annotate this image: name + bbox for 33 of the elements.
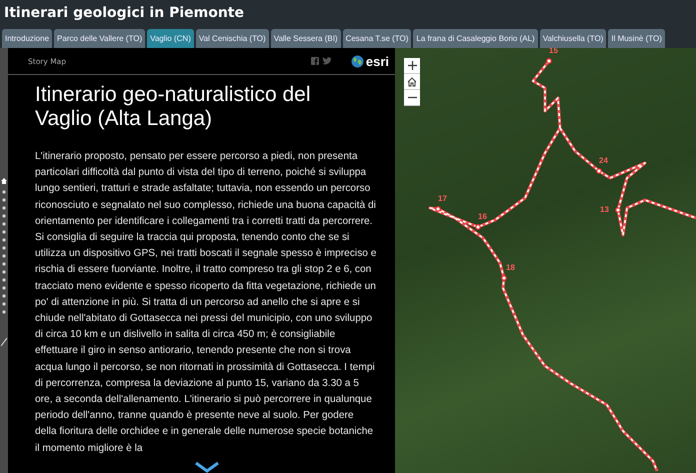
tab[interactable]: La frana di Casaleggio Borio (AL) <box>413 29 538 48</box>
stop-marker-icon[interactable] <box>596 168 602 174</box>
plus-icon <box>408 61 416 70</box>
tab[interactable]: Valle Sessera (BI) <box>270 29 341 48</box>
tab[interactable]: Introduzione <box>2 29 52 48</box>
tab[interactable]: Cesana T.se (TO) <box>342 29 412 48</box>
stop-marker-icon[interactable] <box>501 275 507 281</box>
globe-icon <box>350 54 364 68</box>
stop-marker-icon[interactable] <box>615 207 621 213</box>
stop-number: 18 <box>506 263 515 273</box>
facebook-icon[interactable] <box>310 57 319 65</box>
tab[interactable]: Parco delle Vallere (TO) <box>54 29 146 48</box>
story-title: Itinerario geo-naturalistico del Vaglio (Alta Langa) <box>35 83 312 131</box>
tab[interactable]: Valchiusella (TO) <box>540 29 606 48</box>
nav-dots-drawing[interactable] <box>1 178 7 348</box>
stop-marker-icon[interactable] <box>435 206 441 212</box>
home-icon <box>407 76 417 86</box>
stop-number: 24 <box>599 156 608 166</box>
stop-number: 16 <box>478 212 487 222</box>
tab[interactable]: Il Musinè (TO) <box>608 29 665 48</box>
chevron-down-icon[interactable] <box>194 461 220 473</box>
stop-number: 17 <box>438 194 447 204</box>
app-title: Itinerari geologici in Piemonte <box>3 4 245 23</box>
zoom-in-button[interactable] <box>404 58 420 74</box>
stop-marker-icon[interactable] <box>475 224 481 230</box>
stop-marker-icon[interactable] <box>546 58 552 64</box>
tab[interactable]: Val Cenischia (TO) <box>196 29 269 48</box>
bird-icon[interactable] <box>322 57 331 65</box>
story-text: L'itinerario proposto, pensato per essere percorso a piedi, non presenta particolari difficoltà dal punto di vista del tipo di terreno, poiché si sviluppa lungo sentieri, tratturi e strade asfaltate; tuttavia, non essendo un percorso riconosciuto e segnalato nel suo complesso, richiede una buona capacità di orientamento per identificare i collegamenti tra i corretti tratti da percorrere. Si consiglia di seguire la traccia qui proposta, tenendo conto che se si utilizza un dispositivo GPS, nei tratti boscati il segnale spesso è impreciso e rischia di essere fuorviante. Inoltre, il tratto compreso tra gli stop 2 e 6, con tracciato meno evidente e spesso ricoperto da fitta vegetazione, richiede un po' di attenzione in più. Si tratta di un percorso ad anello che si apre e si chiude nell'abitato di Gottasecca nei pressi del municipio, con uno sviluppo di circa 10 km e un dislivello in salita di circa 450 m; è consigliabile effettuare il giro in senso antiorario, tenendo presente che non si trova acqua lungo il percorso, se non ritornati in prossimità di Gottasecca. I tempi di percorrenza, compresa la deviazione al punto 15, variano da 3.30 a 5 ore, a seconda dell'allenamento. L'itinerario si può percorrere in qualunque periodo dell'anno, tranne quando è presente neve al suolo. Per godere della fioritura delle orchidee e in generale delle numerose specie botaniche il momento migliore è la <box>35 150 377 456</box>
stop-number: 13 <box>600 205 609 215</box>
esri-logo[interactable]: esri <box>366 54 389 68</box>
home-button[interactable] <box>404 74 420 90</box>
tab[interactable]: Vaglio (CN) <box>147 29 194 48</box>
